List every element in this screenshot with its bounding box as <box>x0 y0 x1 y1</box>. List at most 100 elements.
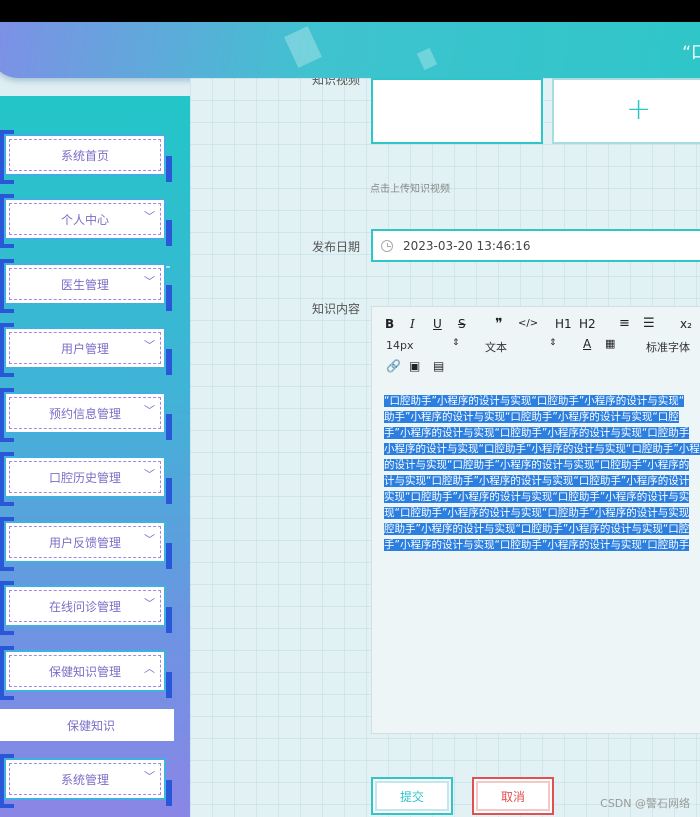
bold-button[interactable]: B <box>385 317 394 331</box>
sidebar-item-label: 个人中心 <box>60 212 109 227</box>
plus-icon: + <box>626 92 652 127</box>
frame-decoration <box>166 414 172 440</box>
frame-decoration <box>0 388 14 442</box>
content-line: 现“口腔助手”小程序的设计与实现“口腔助手”小程序的设计与实现 <box>384 507 690 519</box>
sort-icon: ⇕ <box>549 338 557 348</box>
content-line: 手”小程序的设计与实现“口腔助手”小程序的设计与实现“口腔助手 <box>384 427 690 439</box>
sidebar-item-label: 用户反馈管理 <box>48 535 121 550</box>
upload-hint: 点击上传知识视频 <box>370 184 450 195</box>
sidebar-subitem-label: 保健知识 <box>66 718 115 733</box>
sidebar-subitem-health-knowledge[interactable]: 保健知识 <box>0 709 174 741</box>
editor-toolbar: B I U S ❞ </> H1 H2 ≡ ☰ x₂ 14px ⇕ 文本 ⇕ A… <box>372 307 700 385</box>
chevron-down-icon: ﹀ <box>144 404 155 417</box>
sidebar-item-oral-history[interactable]: 口腔历史管理 ﹀ <box>0 452 172 506</box>
sidebar-item-profile[interactable]: 个人中心 ﹀ <box>0 194 172 248</box>
content-line: “口腔助手”小程序的设计与实现“口腔助手”小程序的设计与实现“ <box>384 395 685 407</box>
content-line: 小程序的设计与实现“口腔助手”小程序的设计与实现“口腔助手”小程 <box>384 443 700 455</box>
chevron-down-icon: ﹀ <box>144 597 155 610</box>
rich-text-editor[interactable]: B I U S ❞ </> H1 H2 ≡ ☰ x₂ 14px ⇕ 文本 ⇕ A… <box>371 306 700 734</box>
italic-button[interactable]: I <box>410 317 415 331</box>
bullet-list-button[interactable]: ☰ <box>643 316 655 331</box>
ordered-list-button[interactable]: ≡ <box>619 316 630 331</box>
font-family-select[interactable]: 标准字体 <box>646 339 690 355</box>
frame-decoration <box>166 672 172 698</box>
chevron-down-icon: ﹀ <box>144 770 155 783</box>
h2-button[interactable]: H2 <box>579 317 596 331</box>
content-line: 实现“口腔助手”小程序的设计与实现“口腔助手”小程序的设计与实 <box>384 491 690 503</box>
font-size-select[interactable]: 14px <box>386 339 414 352</box>
sidebar-item-label: 用户管理 <box>60 341 109 356</box>
sidebar-item-health-knowledge[interactable]: 保健知识管理 ︿ <box>0 646 172 700</box>
strike-button[interactable]: S <box>458 317 466 331</box>
cancel-button[interactable]: 取消 <box>472 777 554 815</box>
sidebar-item-consultation[interactable]: 在线问诊管理 ﹀ <box>0 581 172 635</box>
sidebar-item-label: 在线问诊管理 <box>48 599 121 614</box>
chevron-down-icon: ﹀ <box>144 275 155 288</box>
frame-decoration <box>0 754 14 808</box>
frame-decoration <box>166 780 172 806</box>
window-top-strip <box>0 0 700 22</box>
frame-decoration <box>166 220 172 246</box>
frame-decoration <box>0 646 14 700</box>
sidebar-item-label: 保健知识管理 <box>48 664 121 679</box>
date-label: 发布日期 <box>312 240 361 254</box>
sidebar-item-label: 预约信息管理 <box>48 406 121 421</box>
content-label: 知识内容 <box>312 302 361 316</box>
frame-decoration <box>0 581 14 635</box>
header-decoration <box>284 26 322 68</box>
sidebar-item-appointments[interactable]: 预约信息管理 ﹀ <box>0 388 172 442</box>
sidebar-item-label: 口腔历史管理 <box>48 470 121 485</box>
frame-decoration <box>166 349 172 375</box>
subscript-button[interactable]: x₂ <box>680 317 692 331</box>
header-decoration <box>416 47 438 71</box>
frame-decoration <box>0 259 14 313</box>
frame-decoration <box>166 156 172 182</box>
frame-decoration <box>0 452 14 506</box>
video-icon[interactable]: ▤ <box>433 359 444 373</box>
content-line: 腔助手”小程序的设计与实现“口腔助手”小程序的设计与实现“口腔 <box>384 523 690 535</box>
content-line: 助手”小程序的设计与实现“口腔助手”小程序的设计与实现“口腔 <box>384 411 679 423</box>
frame-decoration <box>0 194 14 248</box>
app-title: “口 <box>682 43 700 63</box>
sidebar-item-label: 系统管理 <box>60 772 109 787</box>
date-value: 2023-03-20 13:46:16 <box>403 238 531 253</box>
h1-button[interactable]: H1 <box>555 317 572 331</box>
clock-icon <box>381 239 393 252</box>
sidebar-item-users[interactable]: 用户管理 ﹀ <box>0 323 172 377</box>
frame-decoration <box>166 478 172 504</box>
underline-button[interactable]: U <box>433 317 442 331</box>
content-line: 计与实现“口腔助手”小程序的设计与实现“口腔助手”小程序的设计 <box>384 475 690 487</box>
sidebar-item-feedback[interactable]: 用户反馈管理 ﹀ <box>0 517 172 571</box>
sidebar-item-doctors[interactable]: 医生管理 ﹀ <box>0 259 172 313</box>
code-button[interactable]: </> <box>518 318 538 329</box>
chevron-down-icon: ﹀ <box>144 468 155 481</box>
publish-date-input[interactable]: 2023-03-20 13:46:16 <box>371 229 700 262</box>
chevron-down-icon: ﹀ <box>144 339 155 352</box>
editor-content[interactable]: “口腔助手”小程序的设计与实现“口腔助手”小程序的设计与实现“ 助手”小程序的设… <box>384 393 700 553</box>
sidebar-item-home[interactable]: 系统首页 <box>0 130 172 184</box>
link-icon[interactable]: 🔗 <box>386 359 401 373</box>
quote-button[interactable]: ❞ <box>495 316 503 332</box>
chevron-down-icon: ﹀ <box>144 533 155 546</box>
highlight-icon[interactable]: ▦ <box>605 337 615 350</box>
frame-decoration <box>166 607 172 633</box>
sidebar-item-label: 医生管理 <box>60 277 109 292</box>
content-line: 的设计与实现“口腔助手”小程序的设计与实现“口腔助手”小程序的 <box>384 459 690 471</box>
chevron-up-icon: ︿ <box>144 662 155 675</box>
image-icon[interactable]: ▣ <box>409 359 420 373</box>
content-line: 手”小程序的设计与实现“口腔助手”小程序的设计与实现“口腔助手 <box>384 539 690 551</box>
video-preview[interactable] <box>371 78 543 144</box>
frame-decoration <box>166 285 172 311</box>
text-type-select[interactable]: 文本 <box>485 339 507 355</box>
font-color-icon[interactable]: A <box>583 337 591 351</box>
app-header: “口 <box>0 22 700 78</box>
video-upload-button[interactable]: + <box>552 78 700 144</box>
sidebar-item-system[interactable]: 系统管理 ﹀ <box>0 754 172 808</box>
sort-icon: ⇕ <box>452 338 460 348</box>
frame-decoration <box>0 130 14 184</box>
frame-decoration <box>166 543 172 569</box>
submit-button[interactable]: 提交 <box>371 777 453 815</box>
watermark: CSDN @警石网络 <box>600 797 690 810</box>
chevron-down-icon: ﹀ <box>144 210 155 223</box>
frame-decoration <box>0 323 14 377</box>
